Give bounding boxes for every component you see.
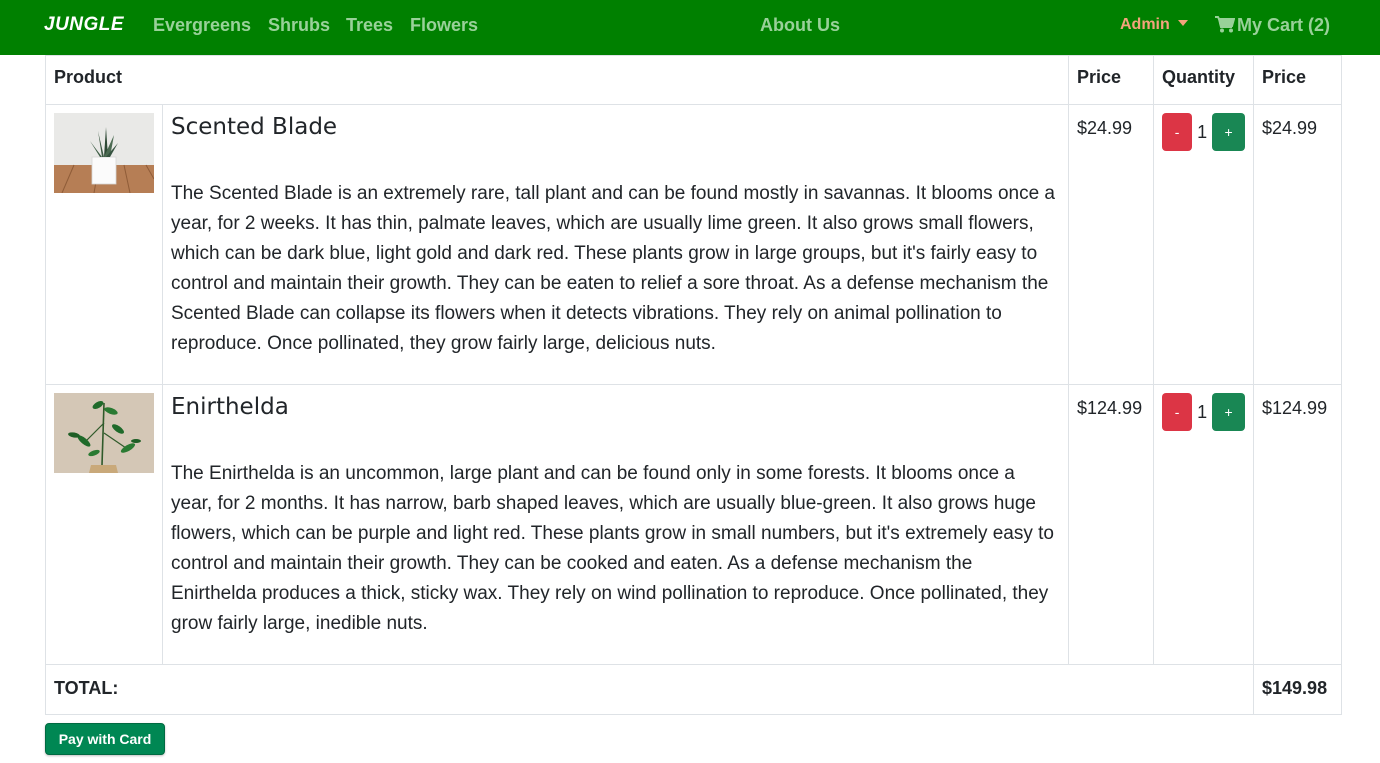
cart-table: Product Price Quantity Price Scented Bla…	[44, 55, 1343, 715]
product-description: The Scented Blade is an extremely rare, …	[171, 183, 1056, 354]
cart-label: My Cart (2)	[1237, 15, 1331, 35]
admin-label: Admin	[1120, 16, 1170, 33]
product-name[interactable]: Scented Blade	[171, 113, 1060, 141]
pay-with-card-button[interactable]: Pay with Card	[45, 723, 165, 755]
table-header-row: Product Price Quantity Price	[44, 55, 1343, 105]
nav-link-flowers[interactable]: Flowers	[410, 0, 478, 50]
increase-quantity-button[interactable]: +	[1212, 113, 1246, 151]
quantity-stepper: - 1 +	[1162, 113, 1246, 151]
header-line-price: Price	[1253, 55, 1343, 105]
product-info-cell: Scented Blade The Scented Blade is an ex…	[161, 104, 1070, 385]
product-image-cell	[45, 104, 163, 385]
quantity-value: 1	[1197, 121, 1208, 142]
decrease-quantity-button[interactable]: -	[1162, 393, 1193, 431]
line-total: $124.99	[1253, 384, 1343, 665]
nav-link-about-us[interactable]: About Us	[760, 0, 840, 50]
my-cart-link[interactable]: My Cart (2)	[1215, 0, 1330, 50]
product-description: The Enirthelda is an uncommon, large pla…	[171, 463, 1054, 634]
product-price: $24.99	[1068, 104, 1155, 385]
quantity-cell: - 1 +	[1153, 384, 1255, 665]
caret-down-icon	[1177, 19, 1188, 26]
shopping-cart-icon	[1215, 15, 1235, 33]
total-row: TOTAL: $149.98	[44, 664, 1343, 715]
product-info-cell: Enirthelda The Enirthelda is an uncommon…	[161, 384, 1070, 665]
quantity-value: 1	[1197, 401, 1208, 422]
quantity-cell: - 1 +	[1153, 104, 1255, 385]
scented-blade-image[interactable]	[54, 113, 154, 193]
table-row: Enirthelda The Enirthelda is an uncommon…	[45, 384, 1343, 665]
product-image-cell	[45, 384, 163, 665]
line-total: $24.99	[1253, 104, 1343, 385]
enirthelda-image[interactable]	[54, 393, 154, 473]
navbar: JUNGLE Evergreens Shrubs Trees Flowers A…	[0, 0, 1380, 55]
admin-dropdown[interactable]: Admin	[1120, 0, 1188, 50]
decrease-quantity-button[interactable]: -	[1162, 113, 1193, 151]
product-price: $124.99	[1068, 384, 1155, 665]
header-price: Price	[1068, 55, 1155, 105]
table-row: Scented Blade The Scented Blade is an ex…	[45, 104, 1343, 385]
quantity-stepper: - 1 +	[1162, 393, 1246, 431]
nav-link-evergreens[interactable]: Evergreens	[153, 0, 251, 50]
header-product: Product	[44, 55, 1070, 105]
product-name[interactable]: Enirthelda	[171, 393, 1060, 421]
increase-quantity-button[interactable]: +	[1212, 393, 1246, 431]
nav-link-trees[interactable]: Trees	[346, 0, 393, 50]
brand-logo[interactable]: JUNGLE	[44, 0, 124, 50]
header-quantity: Quantity	[1153, 55, 1255, 105]
total-label: TOTAL:	[44, 664, 1255, 715]
total-value: $149.98	[1253, 664, 1343, 715]
nav-link-shrubs[interactable]: Shrubs	[268, 0, 330, 50]
